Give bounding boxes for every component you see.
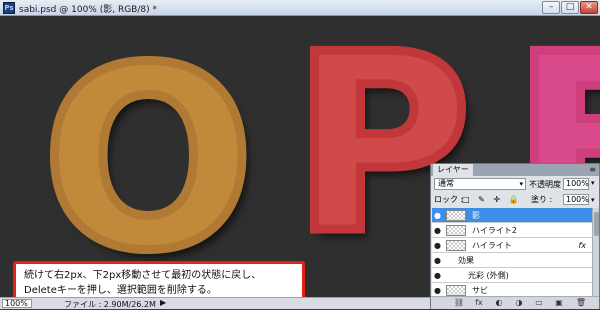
blend-mode-select[interactable]: 通常 ▾: [434, 178, 526, 190]
layer-row-shadow[interactable]: ● 影: [432, 208, 592, 223]
layer-row-highlight2[interactable]: ● ハイライト2: [432, 223, 592, 238]
trash-icon[interactable]: 🗑: [575, 297, 587, 309]
opacity-input[interactable]: 100%: [563, 178, 589, 190]
tab-layers[interactable]: レイヤー: [433, 164, 473, 176]
layer-name: ハイライト2: [472, 226, 517, 235]
layers-scrollbar[interactable]: [592, 208, 599, 296]
effects-label: 効果: [458, 256, 474, 265]
panel-header: レイヤー ≡: [431, 164, 599, 176]
layer-list: ● 影 ● ハイライト2 ● ハイライト fx ● 効果 ● 光彩 (外側) ●…: [432, 208, 592, 296]
maximize-button[interactable]: □: [561, 1, 579, 14]
layer-name: ハイライト: [472, 241, 512, 250]
lock-row: ロック : □ ✎ ✛ 🔒 塗り : 100% ▾: [434, 194, 598, 206]
opacity-label: 不透明度 :: [529, 180, 567, 189]
fill-input[interactable]: 100%: [563, 194, 589, 205]
photoshop-app-icon: Ps: [3, 2, 15, 14]
layer-mask-icon[interactable]: ◐: [493, 297, 505, 309]
zoom-level-field[interactable]: 100%: [2, 299, 32, 308]
panel-footer: ⛓ fx ◐ ◑ ▭ ▣ 🗑: [431, 296, 599, 309]
layers-panel: レイヤー ≡ 通常 ▾ 不透明度 : 100% ▾ ロック : □ ✎ ✛ 🔒 …: [430, 163, 600, 309]
panel-menu-icon[interactable]: ≡: [589, 165, 596, 175]
eye-icon[interactable]: ●: [434, 283, 444, 296]
layer-thumbnail: [446, 225, 466, 236]
scroll-thumb[interactable]: [594, 212, 599, 236]
layer-effect-outer-glow[interactable]: ● 光彩 (外側): [432, 268, 592, 283]
eye-icon[interactable]: ●: [434, 268, 444, 283]
lock-icons[interactable]: □ ✎ ✛ 🔒: [462, 194, 522, 206]
layer-style-icon[interactable]: fx: [473, 297, 485, 309]
opacity-chevron-icon[interactable]: ▾: [591, 179, 595, 187]
layer-name: サビ: [472, 286, 488, 295]
close-button[interactable]: ✕: [580, 1, 598, 14]
instruction-annotation: 続けて右2px、下2px移動させて最初の状態に戻し、Deleteキーを押し、選択…: [13, 261, 305, 297]
fx-icon[interactable]: fx: [578, 238, 586, 253]
title-bar: Ps sabi.psd @ 100% (影, RGB/8) * – □ ✕: [0, 0, 600, 16]
fill-chevron-icon[interactable]: ▾: [591, 194, 595, 206]
layer-thumbnail: [446, 285, 466, 296]
fill-label: 塗り :: [531, 195, 553, 204]
eye-icon[interactable]: ●: [434, 223, 444, 238]
layer-effects-row[interactable]: ● 効果: [432, 253, 592, 268]
layer-name: 影: [472, 211, 480, 220]
new-group-icon[interactable]: ▭: [533, 297, 545, 309]
document-size-info: ファイル : 2.90M/26.2M: [64, 300, 156, 309]
minimize-button[interactable]: –: [542, 1, 560, 14]
link-layers-icon[interactable]: ⛓: [453, 297, 465, 309]
layer-thumbnail: [446, 240, 466, 251]
chevron-down-icon: ▾: [519, 180, 523, 188]
blend-mode-value: 通常: [438, 179, 454, 188]
document-title: sabi.psd @ 100% (影, RGB/8) *: [19, 5, 157, 15]
status-menu-arrow-icon[interactable]: ▶: [160, 298, 166, 307]
new-layer-icon[interactable]: ▣: [553, 297, 565, 309]
eye-icon[interactable]: ●: [434, 253, 444, 268]
lock-label: ロック :: [434, 195, 464, 204]
rusty-letter-o: O: [38, 17, 260, 297]
eye-icon[interactable]: ●: [434, 238, 444, 253]
layer-thumbnail: [446, 210, 466, 221]
adjustment-layer-icon[interactable]: ◑: [513, 297, 525, 309]
photoshop-window: Ps sabi.psd @ 100% (影, RGB/8) * – □ ✕ O …: [0, 0, 600, 309]
effect-name: 光彩 (外側): [468, 271, 509, 280]
layer-row-rust[interactable]: ● サビ: [432, 283, 592, 296]
eye-icon[interactable]: ●: [434, 208, 444, 223]
layer-row-highlight[interactable]: ● ハイライト fx: [432, 238, 592, 253]
